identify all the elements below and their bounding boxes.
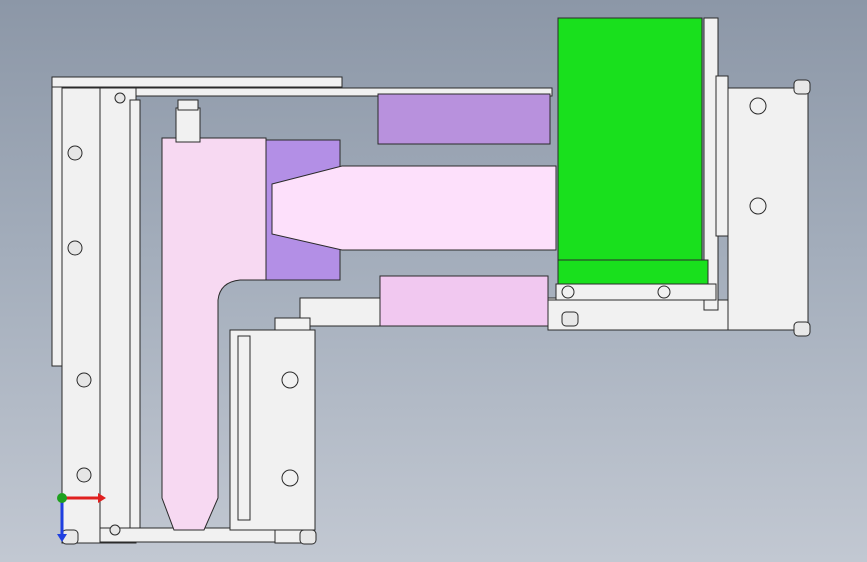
pink-plate-top-connector bbox=[175, 107, 201, 143]
clamp-knob bbox=[67, 145, 83, 161]
axis-triad bbox=[57, 493, 106, 542]
adjuster-rod bbox=[237, 335, 251, 521]
cad-viewport[interactable] bbox=[0, 0, 867, 562]
violet-top-block bbox=[377, 93, 551, 145]
clamp-knob bbox=[109, 524, 121, 536]
belt-bottom-bar bbox=[555, 283, 717, 301]
pink-tongue bbox=[271, 165, 557, 251]
clamp-knob bbox=[114, 92, 126, 104]
left-inner-rail bbox=[129, 99, 141, 531]
left-frame-rail-outer bbox=[51, 77, 63, 367]
adjuster-knob bbox=[561, 285, 575, 299]
pink-plate-top-nut bbox=[177, 99, 199, 111]
clamp-knob bbox=[76, 467, 92, 483]
y-axis-dot bbox=[57, 493, 67, 503]
assembly-model[interactable] bbox=[0, 0, 867, 562]
foot-pad bbox=[561, 311, 579, 327]
foot-pad bbox=[793, 79, 811, 95]
adjuster-rod bbox=[715, 75, 729, 237]
adjuster-knob bbox=[281, 469, 299, 487]
pink-bottom-block bbox=[379, 275, 549, 327]
foot-pad bbox=[793, 321, 811, 337]
foot-pad bbox=[299, 529, 317, 545]
adjuster-knob bbox=[749, 197, 767, 215]
green-belt bbox=[557, 17, 703, 289]
left-frame-top-rail bbox=[51, 76, 343, 88]
adjuster-knob bbox=[749, 97, 767, 115]
adjuster-knob bbox=[657, 285, 671, 299]
clamp-knob bbox=[76, 372, 92, 388]
right-frame-plate bbox=[727, 87, 809, 331]
clamp-knob bbox=[67, 240, 83, 256]
x-axis-arrowhead bbox=[98, 493, 106, 503]
z-axis-arrowhead bbox=[57, 534, 67, 542]
adjuster-knob bbox=[281, 371, 299, 389]
